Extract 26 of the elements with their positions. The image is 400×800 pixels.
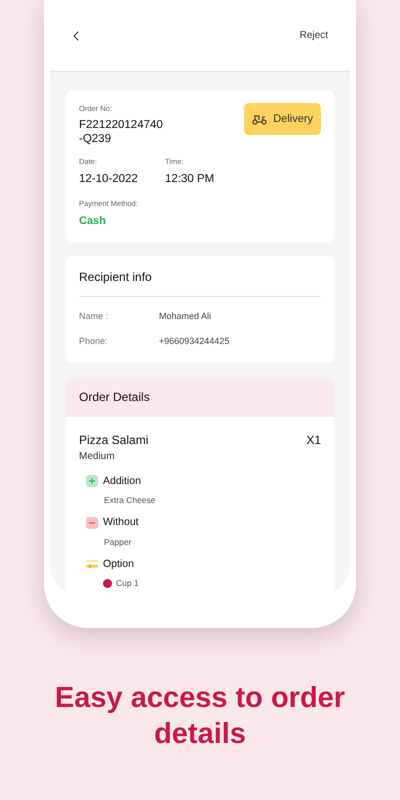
modifier-entry: Cup 1 [116, 577, 139, 590]
scooter-icon [252, 113, 268, 125]
modifier-entry: Papper [104, 536, 132, 548]
plus-icon [86, 475, 98, 488]
item-size: Medium [79, 450, 116, 464]
item-name: Pizza Salami [79, 432, 148, 448]
modifier-title: Without [103, 515, 139, 530]
field-label: Name : [79, 310, 110, 322]
tagline: Easy access to order details [54, 681, 346, 752]
field-value: +9660934244425 [159, 335, 230, 348]
item-quantity: X1 [306, 432, 321, 448]
modifier-title: Option [103, 556, 134, 572]
field-value: Mohamed Ali [159, 310, 212, 322]
minus-icon [86, 516, 98, 529]
order-number: F221220124740 -Q239 [79, 118, 163, 146]
date-value: 12-10-2022 [79, 172, 139, 186]
reject-button[interactable]: Reject [300, 28, 328, 43]
modifier-title: Addition [103, 474, 141, 488]
recipient-title: Recipient info [79, 268, 321, 296]
options-icon [86, 559, 98, 570]
time-value: 12:30 PM [165, 172, 214, 186]
field-label: Phone: [79, 335, 109, 348]
modifier-entry: Extra Cheese [104, 494, 156, 507]
order-details-title: Order Details [79, 388, 150, 406]
payment-value: Cash [79, 214, 107, 229]
order-type: Delivery [273, 112, 313, 127]
